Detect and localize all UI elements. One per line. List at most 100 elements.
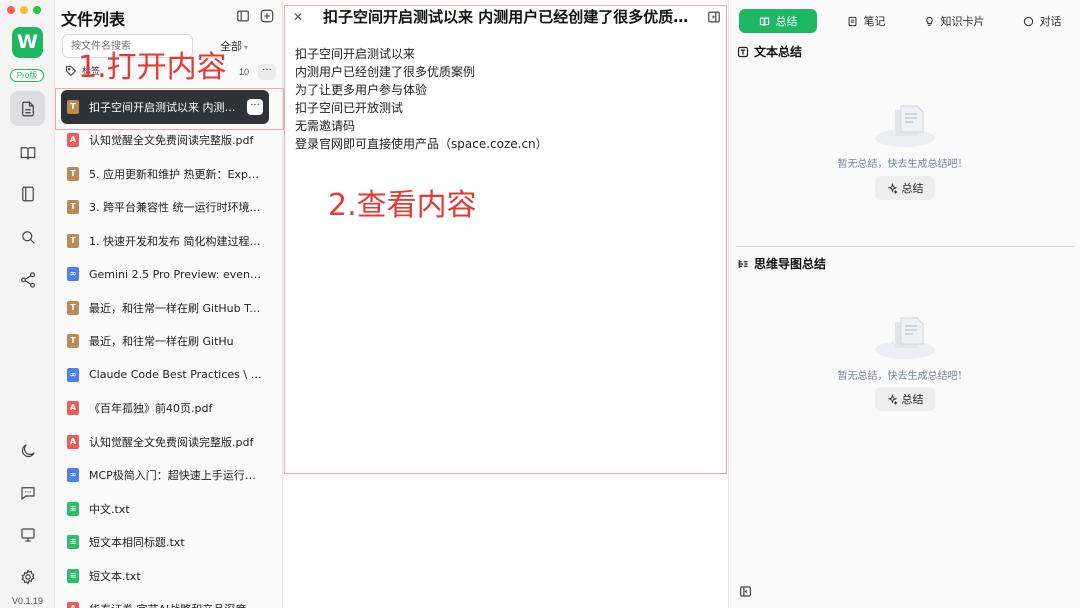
text-file-icon: T <box>67 200 79 215</box>
file-name: Claude Code Best Practices \ Anthropic <box>89 368 263 382</box>
file-list-item[interactable]: T 最近，和往常一样在刷 GitHub Trending 的时候 <box>61 291 269 325</box>
file-name: 扣子空间开启测试以来 内测用户已经创建了很多优质案例 <box>89 100 243 114</box>
mindmap-icon <box>738 259 748 268</box>
file-list-item[interactable]: ∞ Claude Code Best Practices \ Anthropic <box>61 358 269 392</box>
chat-icon <box>1023 16 1033 26</box>
file-list-item[interactable]: T 扣子空间开启测试以来 内测用户已经创建了很多优质案例 ··· <box>61 90 269 124</box>
sparkle-icon <box>887 393 898 405</box>
toggle-panel-button[interactable] <box>235 8 251 24</box>
tab-label: 知识卡片 <box>940 15 985 28</box>
rail-dark-mode-button[interactable] <box>10 433 45 468</box>
file-name: MCP极简入门：超快速上手运行简单的MCP服务 <box>89 469 263 483</box>
file-list-item[interactable]: A 《百年孤独》前40页.pdf <box>61 392 269 426</box>
tab-chat[interactable]: 对话 <box>1003 9 1080 33</box>
section-divider <box>736 246 1074 247</box>
document-title: 扣子空间开启测试以来 内测用户已经创建了很多优质案例 <box>323 8 703 26</box>
pro-badge: Pro版 <box>10 69 44 82</box>
file-list-item[interactable]: T 1. 快速开发和发布 简化构建过程：Expo 处理复杂的构建配置 <box>61 224 269 258</box>
list-more-button[interactable]: ··· <box>258 64 276 80</box>
file-name: 认知觉醒全文免费阅读完整版.pdf <box>89 435 254 449</box>
tab-knowledge-cards[interactable]: 知识卡片 <box>915 9 993 33</box>
file-name: 华泰证券 字节AI战略和产品深度报告 <box>89 601 263 608</box>
rail-notebook-button[interactable] <box>10 176 45 211</box>
generate-mindmap-summary-button[interactable]: 总结 <box>875 387 935 411</box>
rail-share-button[interactable] <box>10 262 45 297</box>
tab-notes[interactable]: 笔记 <box>827 9 905 33</box>
text-summary-header: 文本总结 <box>737 43 802 60</box>
document-file-icon: ≡ <box>67 568 79 583</box>
close-window-button[interactable] <box>7 6 15 14</box>
generate-text-summary-label: 总结 <box>901 182 924 195</box>
tag-icon <box>65 65 77 76</box>
collapse-panel-button[interactable] <box>739 585 752 598</box>
rail-search-button[interactable] <box>10 219 45 254</box>
pdf-file-icon: A <box>67 602 79 608</box>
document-line: 登录官网即可直接使用产品（space.coze.cn） <box>295 137 548 151</box>
file-list-title: 文件列表 <box>61 10 126 29</box>
search-icon <box>21 230 35 244</box>
panel-left-icon <box>740 586 751 597</box>
add-file-button[interactable] <box>259 8 275 24</box>
link-file-icon: ∞ <box>67 468 79 483</box>
text-summary-empty-message: 暂无总结，快去生成总结吧！ <box>837 159 968 170</box>
file-list-item[interactable]: ∞ Gemini 2.5 Pro Preview: even better cod… <box>61 258 269 292</box>
book-icon <box>759 17 769 26</box>
zoom-window-button[interactable] <box>33 6 41 14</box>
file-list-item[interactable]: ≡ 中文.txt <box>61 492 269 526</box>
file-more-button[interactable]: ··· <box>247 98 263 115</box>
file-list: T 扣子空间开启测试以来 内测用户已经创建了很多优质案例 ··· A 认知觉醒全文免费阅… <box>61 90 269 608</box>
file-list-item[interactable]: A 华泰证券 字节AI战略和产品深度报告 <box>61 593 269 608</box>
app-version: V0.1.19 <box>11 596 44 606</box>
minimize-window-button[interactable] <box>20 6 28 14</box>
bulb-icon <box>925 16 933 26</box>
toggle-right-panel-button[interactable] <box>707 10 721 24</box>
annotation-step-2: 2.查看内容 <box>328 188 477 223</box>
document-file-icon: ≡ <box>67 535 79 550</box>
rail-documents-button[interactable] <box>10 91 45 126</box>
file-list-item[interactable]: T 5. 应用更新和维护 热更新：Expo 支持无需应用商店审核的热更新 <box>61 157 269 191</box>
file-list-item[interactable]: T 3. 跨平台兼容性 统一运行时环境：Expo 提供一致的运行时 <box>61 191 269 225</box>
generate-mindmap-summary-label: 总结 <box>901 393 924 406</box>
text-file-icon: T <box>67 99 79 114</box>
rail-settings-button[interactable] <box>10 559 45 594</box>
link-file-icon: ∞ <box>67 267 79 282</box>
note-icon <box>848 16 856 26</box>
file-name: 短文本.txt <box>89 569 141 583</box>
document-body: 扣子空间开启测试以来 内测用户已经创建了很多优质案例 为了让更多用户参与体验 扣子空间… <box>295 45 548 153</box>
file-list-item[interactable]: T 最近，和往常一样在刷 GitHu <box>61 325 269 359</box>
sparkle-icon <box>887 182 898 194</box>
window-controls <box>7 6 41 14</box>
file-list-item[interactable]: A 认知觉醒全文免费阅读完整版.pdf <box>61 425 269 459</box>
file-count: 10 <box>239 67 250 77</box>
file-list-item[interactable]: ≡ 短文本.txt <box>61 559 269 593</box>
rail-feedback-button[interactable] <box>10 475 45 510</box>
file-name: 中文.txt <box>89 502 130 516</box>
file-list-item[interactable]: ∞ MCP极简入门：超快速上手运行简单的MCP服务 <box>61 459 269 493</box>
close-document-button[interactable]: ✕ <box>290 9 306 25</box>
sidebar-toggle-icon <box>237 10 249 22</box>
rail-reading-button[interactable] <box>10 135 45 170</box>
mindmap-summary-empty-message: 暂无总结，快去生成总结吧！ <box>837 371 968 382</box>
document-line: 为了让更多用户参与体验 <box>295 83 428 97</box>
chevron-down-icon: ▾ <box>244 43 249 52</box>
file-name: 短文本相同标题.txt <box>89 536 185 550</box>
file-list-item[interactable]: A 认知觉醒全文免费阅读完整版.pdf <box>61 124 269 158</box>
document-file-icon: ≡ <box>67 501 79 516</box>
tab-label: 总结 <box>775 15 798 28</box>
file-list-item[interactable]: ≡ 短文本相同标题.txt <box>61 526 269 560</box>
panel-right-icon <box>708 11 720 23</box>
moon-icon <box>21 443 35 457</box>
generate-text-summary-button[interactable]: 总结 <box>875 176 935 200</box>
file-name: 最近，和往常一样在刷 GitHub Trending 的时候 <box>89 301 263 315</box>
mindmap-summary-header: 思维导图总结 <box>737 255 826 272</box>
file-name: 1. 快速开发和发布 简化构建过程：Expo 处理复杂的构建配置 <box>89 234 263 248</box>
summary-panel: 总结 笔记 知识卡片 对话 文本总结 暂无总结，快去生成总结吧！ 总结 思维导图总结 … <box>730 0 1080 608</box>
link-file-icon: ∞ <box>67 367 79 382</box>
document-line: 内测用户已经创建了很多优质案例 <box>295 65 476 79</box>
text-file-icon: T <box>67 334 79 349</box>
tab-label: 笔记 <box>863 15 886 28</box>
rail-display-button[interactable] <box>10 517 45 552</box>
chat-bubble-icon <box>20 486 35 500</box>
file-name: Gemini 2.5 Pro Preview: even better codi… <box>89 267 263 281</box>
tab-summary[interactable]: 总结 <box>739 9 817 33</box>
